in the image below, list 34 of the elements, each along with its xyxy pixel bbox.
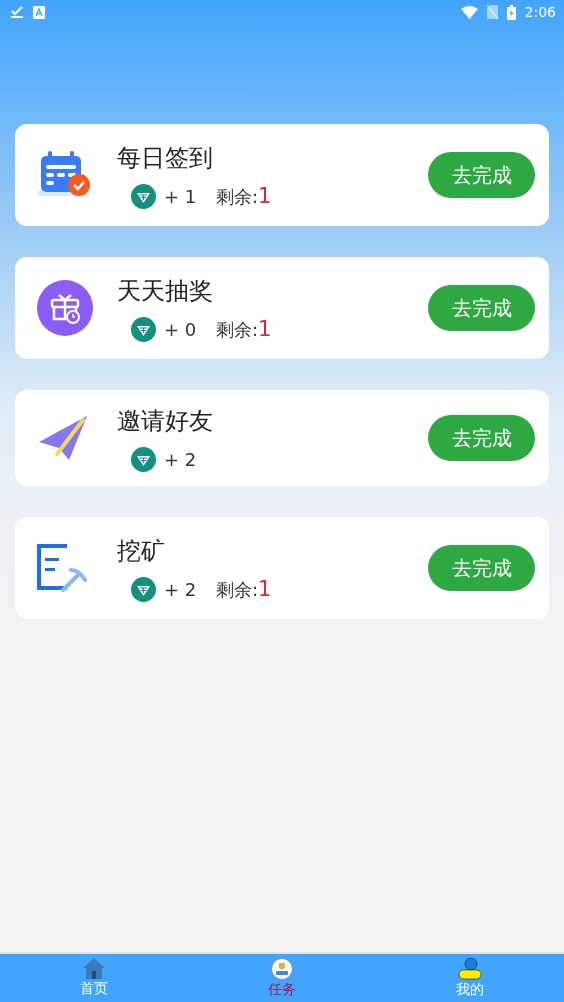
complete-button[interactable]: 去完成 xyxy=(428,415,535,461)
coin-icon xyxy=(131,576,156,602)
coin-icon xyxy=(131,183,156,209)
badge-icon xyxy=(271,957,293,980)
no-sim-icon xyxy=(486,5,498,19)
task-title: 邀请好友 xyxy=(117,405,214,437)
nav-tab[interactable]: 首页 xyxy=(0,954,188,1002)
coin-icon xyxy=(131,446,156,472)
nav-tab[interactable]: 我的 xyxy=(376,954,564,1002)
clock: 2:06 xyxy=(524,4,556,20)
gift-clock-icon xyxy=(37,280,93,336)
task-title: 天天抽奖 xyxy=(117,275,214,307)
document-pickaxe-icon xyxy=(37,544,89,592)
remaining-count: 剩余:1 xyxy=(216,183,272,209)
task-title: 挖矿 xyxy=(117,535,166,567)
reward-amount: + 0 xyxy=(164,318,198,340)
complete-button[interactable]: 去完成 xyxy=(428,545,535,591)
wifi-icon xyxy=(460,5,478,19)
complete-button[interactable]: 去完成 xyxy=(428,285,535,331)
download-done-icon xyxy=(10,5,24,19)
task-title: 每日签到 xyxy=(117,142,214,174)
paper-plane-icon xyxy=(37,414,89,462)
remaining-count: 剩余:1 xyxy=(216,576,272,602)
coin-icon xyxy=(131,316,156,342)
reward-amount: + 1 xyxy=(164,185,198,207)
text-icon xyxy=(33,5,45,19)
house-icon xyxy=(83,958,105,979)
nav-tab[interactable]: 任务 xyxy=(188,954,376,1002)
reward-amount: + 2 xyxy=(164,448,198,470)
battery-icon xyxy=(506,4,516,20)
reward-amount: + 2 xyxy=(164,578,198,600)
remaining-count: 剩余:1 xyxy=(216,316,272,342)
person-icon xyxy=(458,957,482,980)
complete-button[interactable]: 去完成 xyxy=(428,152,535,198)
